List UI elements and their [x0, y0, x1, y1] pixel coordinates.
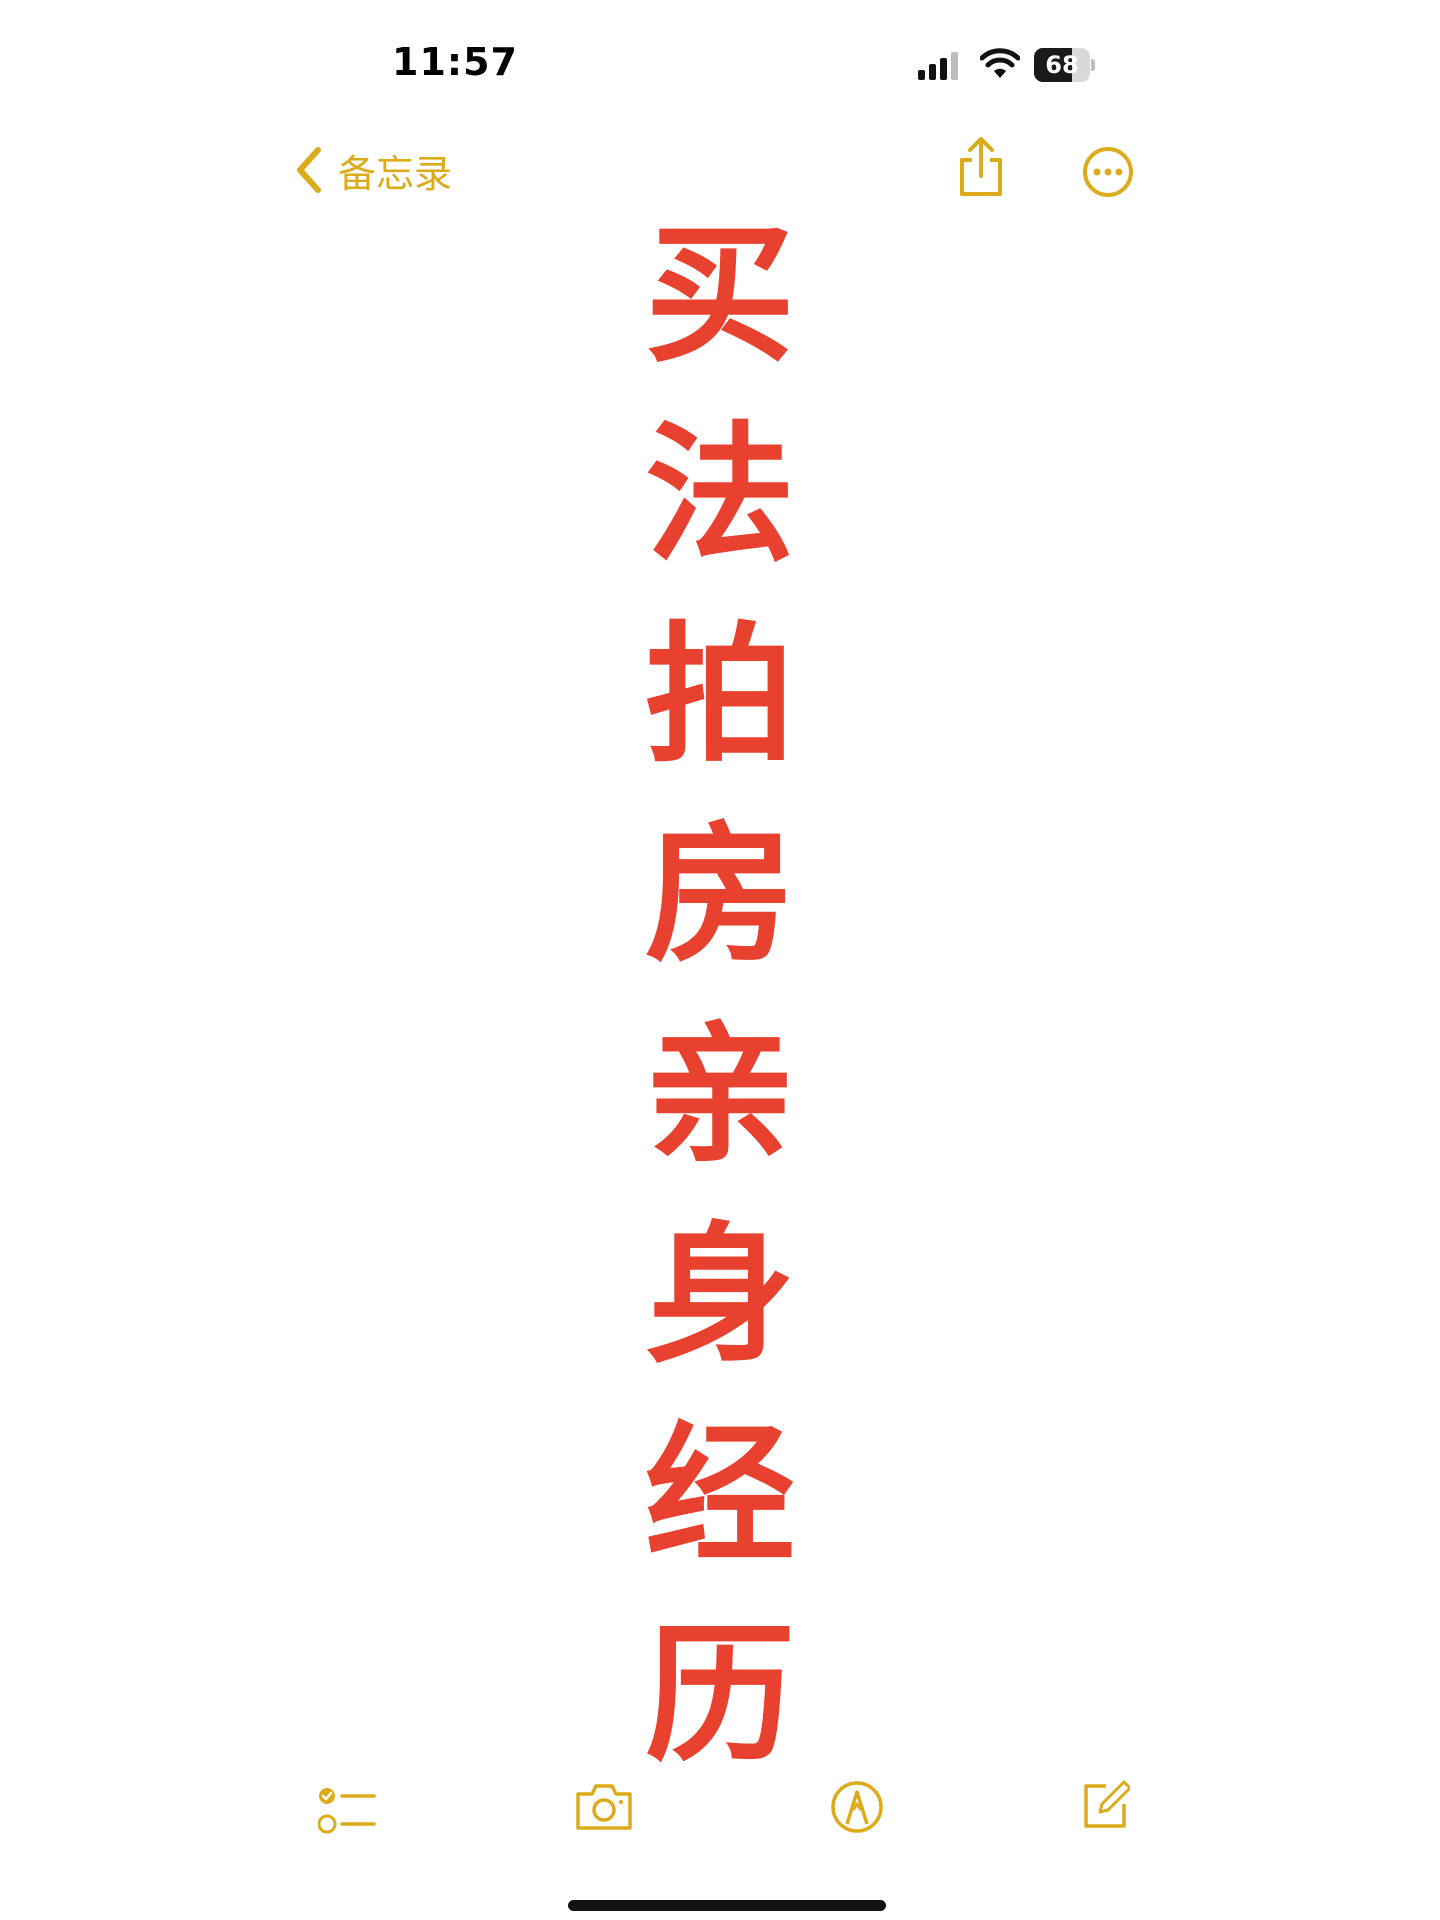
share-button[interactable] — [954, 136, 1008, 200]
cellular-signal-icon — [918, 52, 958, 80]
note-character: 身 — [644, 1209, 795, 1383]
note-character: 经 — [644, 1409, 795, 1583]
chevron-left-icon — [297, 147, 321, 193]
compose-button[interactable] — [1080, 1780, 1130, 1830]
note-character: 买 — [644, 209, 795, 383]
markup-button[interactable] — [830, 1780, 884, 1834]
note-body[interactable]: 买 法 拍 房 亲 身 经 历 — [640, 196, 800, 1796]
compose-icon — [1084, 1780, 1130, 1828]
wifi-icon — [980, 48, 1020, 78]
note-character: 历 — [644, 1609, 795, 1783]
notes-screen: 11:57 68 备忘录 买 法 拍 房 亲 身 经 历 — [0, 0, 1440, 1920]
note-character: 法 — [644, 409, 795, 583]
camera-button[interactable] — [574, 1780, 634, 1832]
home-indicator[interactable] — [568, 1900, 886, 1911]
battery-level: 68 — [1045, 51, 1079, 79]
note-character: 亲 — [644, 1009, 795, 1183]
markup-pen-icon — [831, 1781, 883, 1833]
more-button[interactable] — [1082, 146, 1134, 198]
battery-indicator: 68 — [1034, 48, 1095, 82]
note-character: 房 — [644, 809, 795, 983]
note-character: 拍 — [644, 609, 795, 783]
share-icon — [960, 137, 1002, 196]
camera-icon — [576, 1784, 632, 1830]
back-button[interactable]: 备忘录 — [294, 144, 452, 196]
checklist-icon — [318, 1788, 376, 1834]
battery-cap — [1091, 59, 1095, 71]
status-time: 11:57 — [392, 40, 518, 84]
battery-body: 68 — [1034, 48, 1090, 82]
ellipsis-circle-icon — [1083, 147, 1133, 197]
back-label: 备忘录 — [338, 151, 453, 196]
checklist-button[interactable] — [318, 1786, 376, 1836]
